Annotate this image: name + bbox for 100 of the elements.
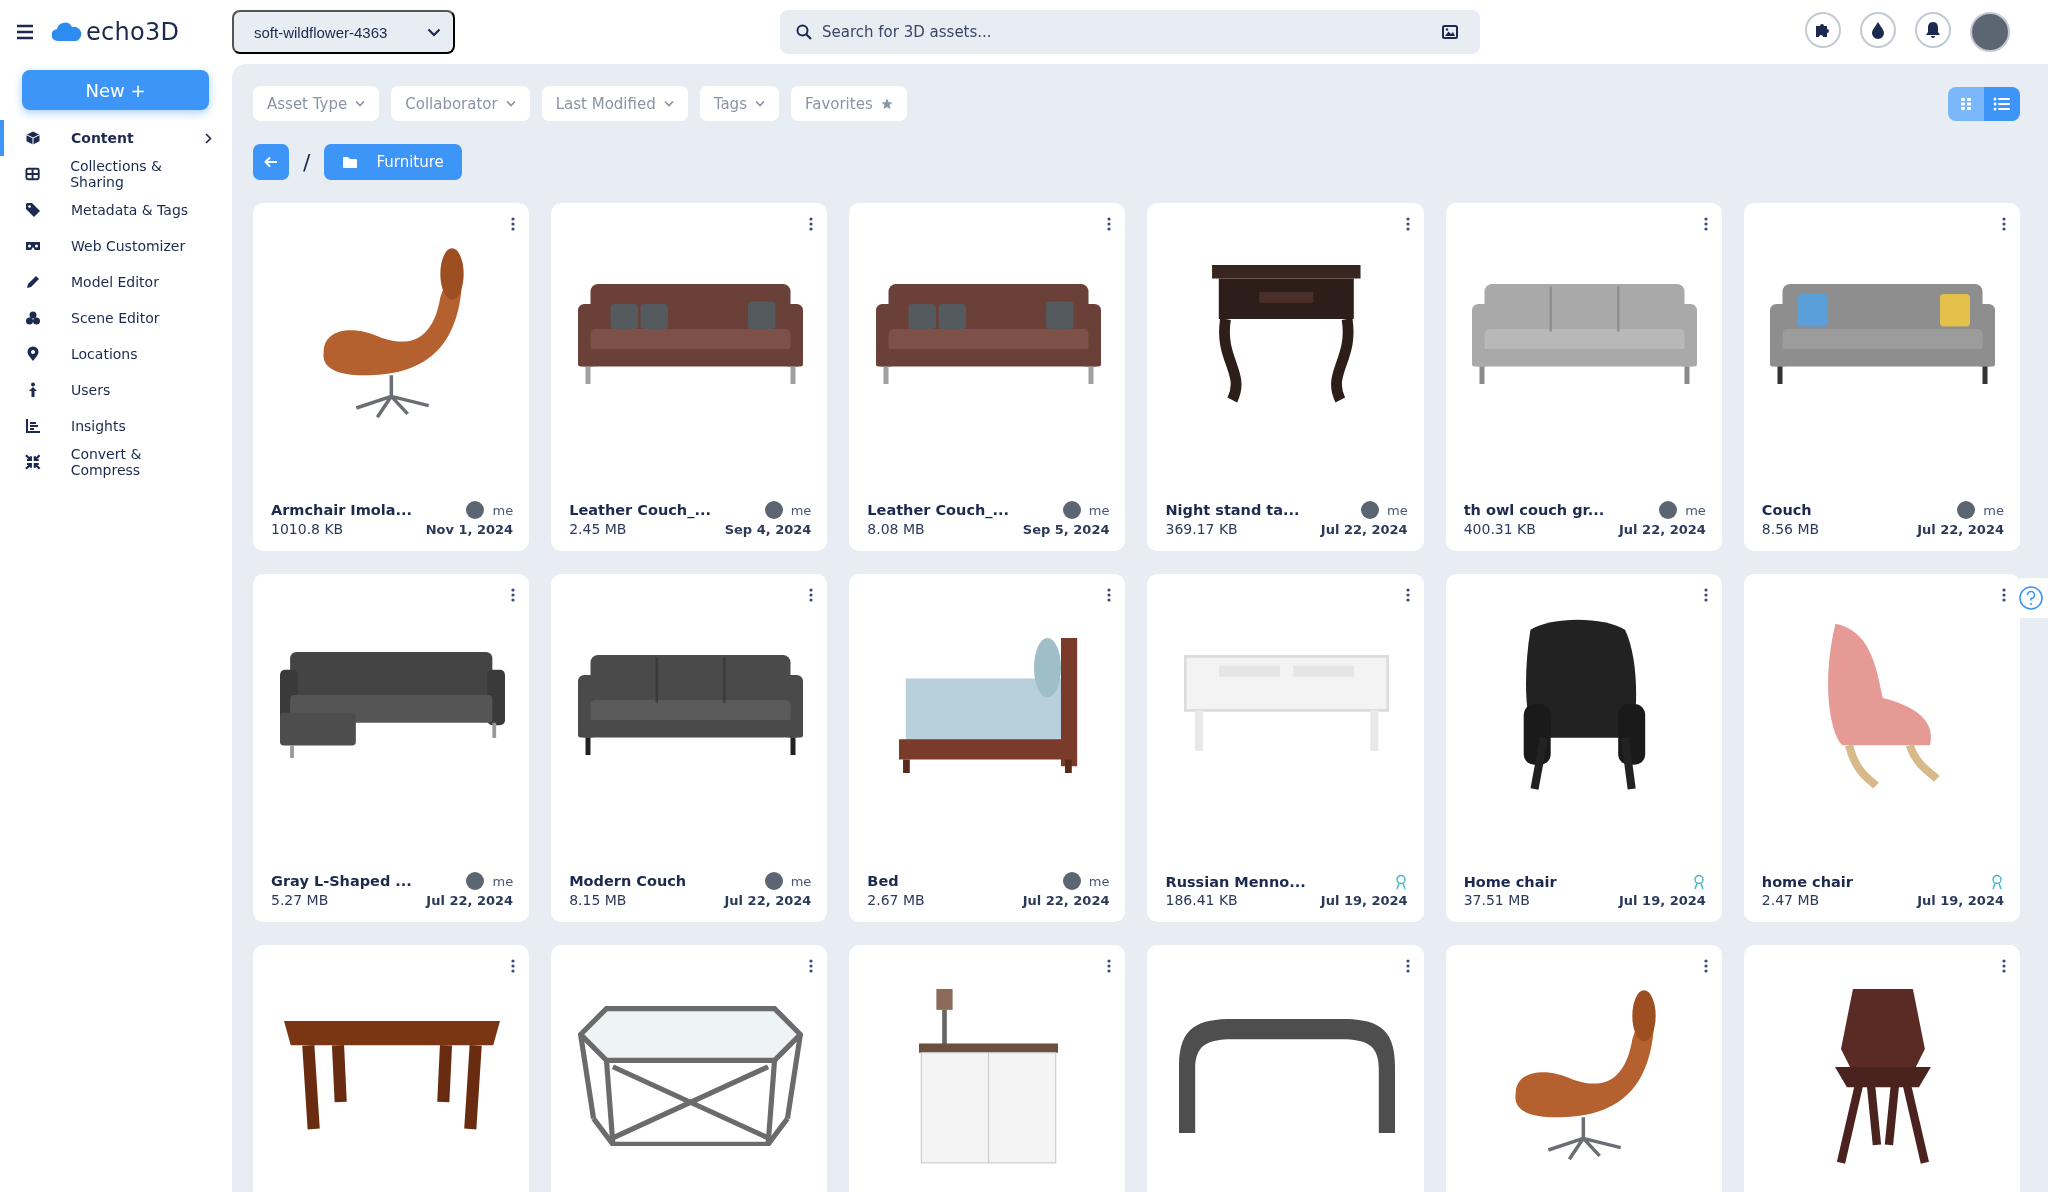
asset-card[interactable]: Gray L-Shaped ... me 5.27 MB Jul 22, 2024 [253,574,530,922]
asset-card[interactable]: home chair 2.47 MB Jul 19, 2024 [1743,574,2020,922]
owner-name: me [1685,502,1706,518]
user-avatar[interactable] [1970,12,2010,52]
file-size: 8.08 MB [867,521,926,537]
sidebar-item[interactable]: Locations [0,336,232,372]
more-icon[interactable] [1703,588,1708,602]
chevron-icon [205,133,212,144]
owner-avatar [764,872,783,890]
more-icon[interactable] [1703,217,1708,231]
asset-card[interactable]: Modern Couch me 8.15 MB Jul 22, 2024 [551,574,828,922]
owner-avatar [1062,872,1081,890]
back-arrow-icon [264,156,278,168]
bell-icon[interactable] [1915,12,1951,48]
caret-icon [355,100,366,107]
asset-card[interactable] [1147,945,1424,1192]
file-size: 37.51 MB [1463,892,1531,908]
more-icon[interactable] [1405,217,1410,231]
modified-date: Jul 19, 2024 [1320,892,1408,908]
asset-card[interactable] [1743,945,2020,1192]
asset-name: th owl couch gr... [1463,502,1606,518]
more-icon[interactable] [1405,959,1410,973]
asset-card[interactable]: Leather Couch_... me 8.08 MB Sep 5, 2024 [849,203,1126,551]
cube-icon [25,130,41,146]
folder-icon [342,155,359,169]
asset-card[interactable]: Leather Couch_... me 2.45 MB Sep 4, 2024 [551,203,828,551]
project-dropdown[interactable]: soft-wildflower-4363 [232,10,455,54]
user-outline-icon [1393,874,1408,890]
sidebar-item[interactable]: Model Editor [0,264,232,300]
tag-icon [25,202,41,218]
owner-avatar [764,501,783,519]
sidebar-item[interactable]: Users [0,372,232,408]
brand-name: echo3D [86,18,180,46]
asset-card[interactable] [253,945,530,1192]
more-icon[interactable] [809,217,814,231]
owner-avatar [466,501,485,519]
sidebar-item[interactable]: Convert & Compress [0,444,232,480]
more-icon[interactable] [1405,588,1410,602]
grid-icon [1960,96,1972,111]
more-icon[interactable] [1107,217,1112,231]
owner-avatar [466,872,485,890]
sidebar-item[interactable]: Metadata & Tags [0,192,232,228]
asset-card[interactable]: Home chair 37.51 MB Jul 19, 2024 [1445,574,1722,922]
drop-icon[interactable] [1860,12,1896,48]
modified-date: Jul 19, 2024 [1619,892,1706,908]
file-size: 8.15 MB [569,892,628,908]
modified-date: Sep 4, 2024 [724,521,812,537]
user-outline-icon [1691,874,1706,890]
more-icon[interactable] [1107,959,1112,973]
more-icon[interactable] [511,588,516,602]
more-icon[interactable] [511,959,516,973]
owner-name: me [1088,502,1110,518]
asset-name: home chair [1761,874,1854,890]
asset-card[interactable]: Couch me 8.56 MB Jul 22, 2024 [1743,203,2020,551]
pencil-icon [25,274,41,290]
owner-name: me [790,873,812,889]
asset-name: Night stand ta... [1165,502,1301,518]
asset-card[interactable]: Armchair Imola... me 1010.8 KB Nov 1, 2024 [253,203,530,551]
more-icon[interactable] [2002,959,2006,973]
caret-icon [663,100,674,107]
file-size: 400.31 KB [1463,521,1537,537]
asset-card[interactable]: Night stand ta... me 369.17 KB Jul 22, 2024 [1147,203,1424,551]
asset-card[interactable]: Russian Menno... 186.41 KB Jul 19, 2024 [1147,574,1424,922]
more-icon[interactable] [511,217,516,231]
sidebar-item[interactable]: Insights [0,408,232,444]
list-view-button[interactable] [1984,86,2020,121]
file-size: 1010.8 KB [271,521,345,537]
asset-name: Couch [1761,502,1813,518]
file-size: 186.41 KB [1165,892,1239,908]
compress-icon [25,454,41,470]
more-icon[interactable] [2002,217,2006,231]
puzzle-icon[interactable] [1805,12,1841,48]
more-icon[interactable] [2002,588,2006,602]
sidebar-item[interactable]: Web Customizer [0,228,232,264]
file-size: 2.47 MB [1761,892,1821,908]
sidebar-item[interactable]: Collections & Sharing [0,156,232,192]
user-outline-icon [1990,874,2004,890]
owner-name: me [492,502,514,518]
search-field[interactable]: Search for 3D assets... [780,10,1480,54]
file-size: 369.17 KB [1165,521,1239,537]
menu-icon[interactable] [16,24,34,40]
more-icon[interactable] [1703,959,1708,973]
chart-icon [25,418,41,434]
owner-name: me [790,502,812,518]
image-icon[interactable] [1442,25,1458,39]
asset-card[interactable]: th owl couch gr... me 400.31 KB Jul 22, 2024 [1445,203,1722,551]
modified-date: Jul 19, 2024 [1917,892,2004,908]
circles-icon [25,310,41,326]
modified-date: Jul 22, 2024 [1917,521,2004,537]
file-size: 2.67 MB [867,892,926,908]
back-button[interactable] [253,144,289,180]
sidebar-item[interactable]: Scene Editor [0,300,232,336]
owner-avatar [1659,501,1678,519]
more-icon[interactable] [1107,588,1112,602]
modified-date: Jul 22, 2024 [426,892,514,908]
owner-name: me [1088,873,1110,889]
asset-card[interactable]: Bed me 2.67 MB Jul 22, 2024 [849,574,1126,922]
more-icon[interactable] [809,959,814,973]
asset-name: Home chair [1463,874,1558,890]
more-icon[interactable] [809,588,814,602]
